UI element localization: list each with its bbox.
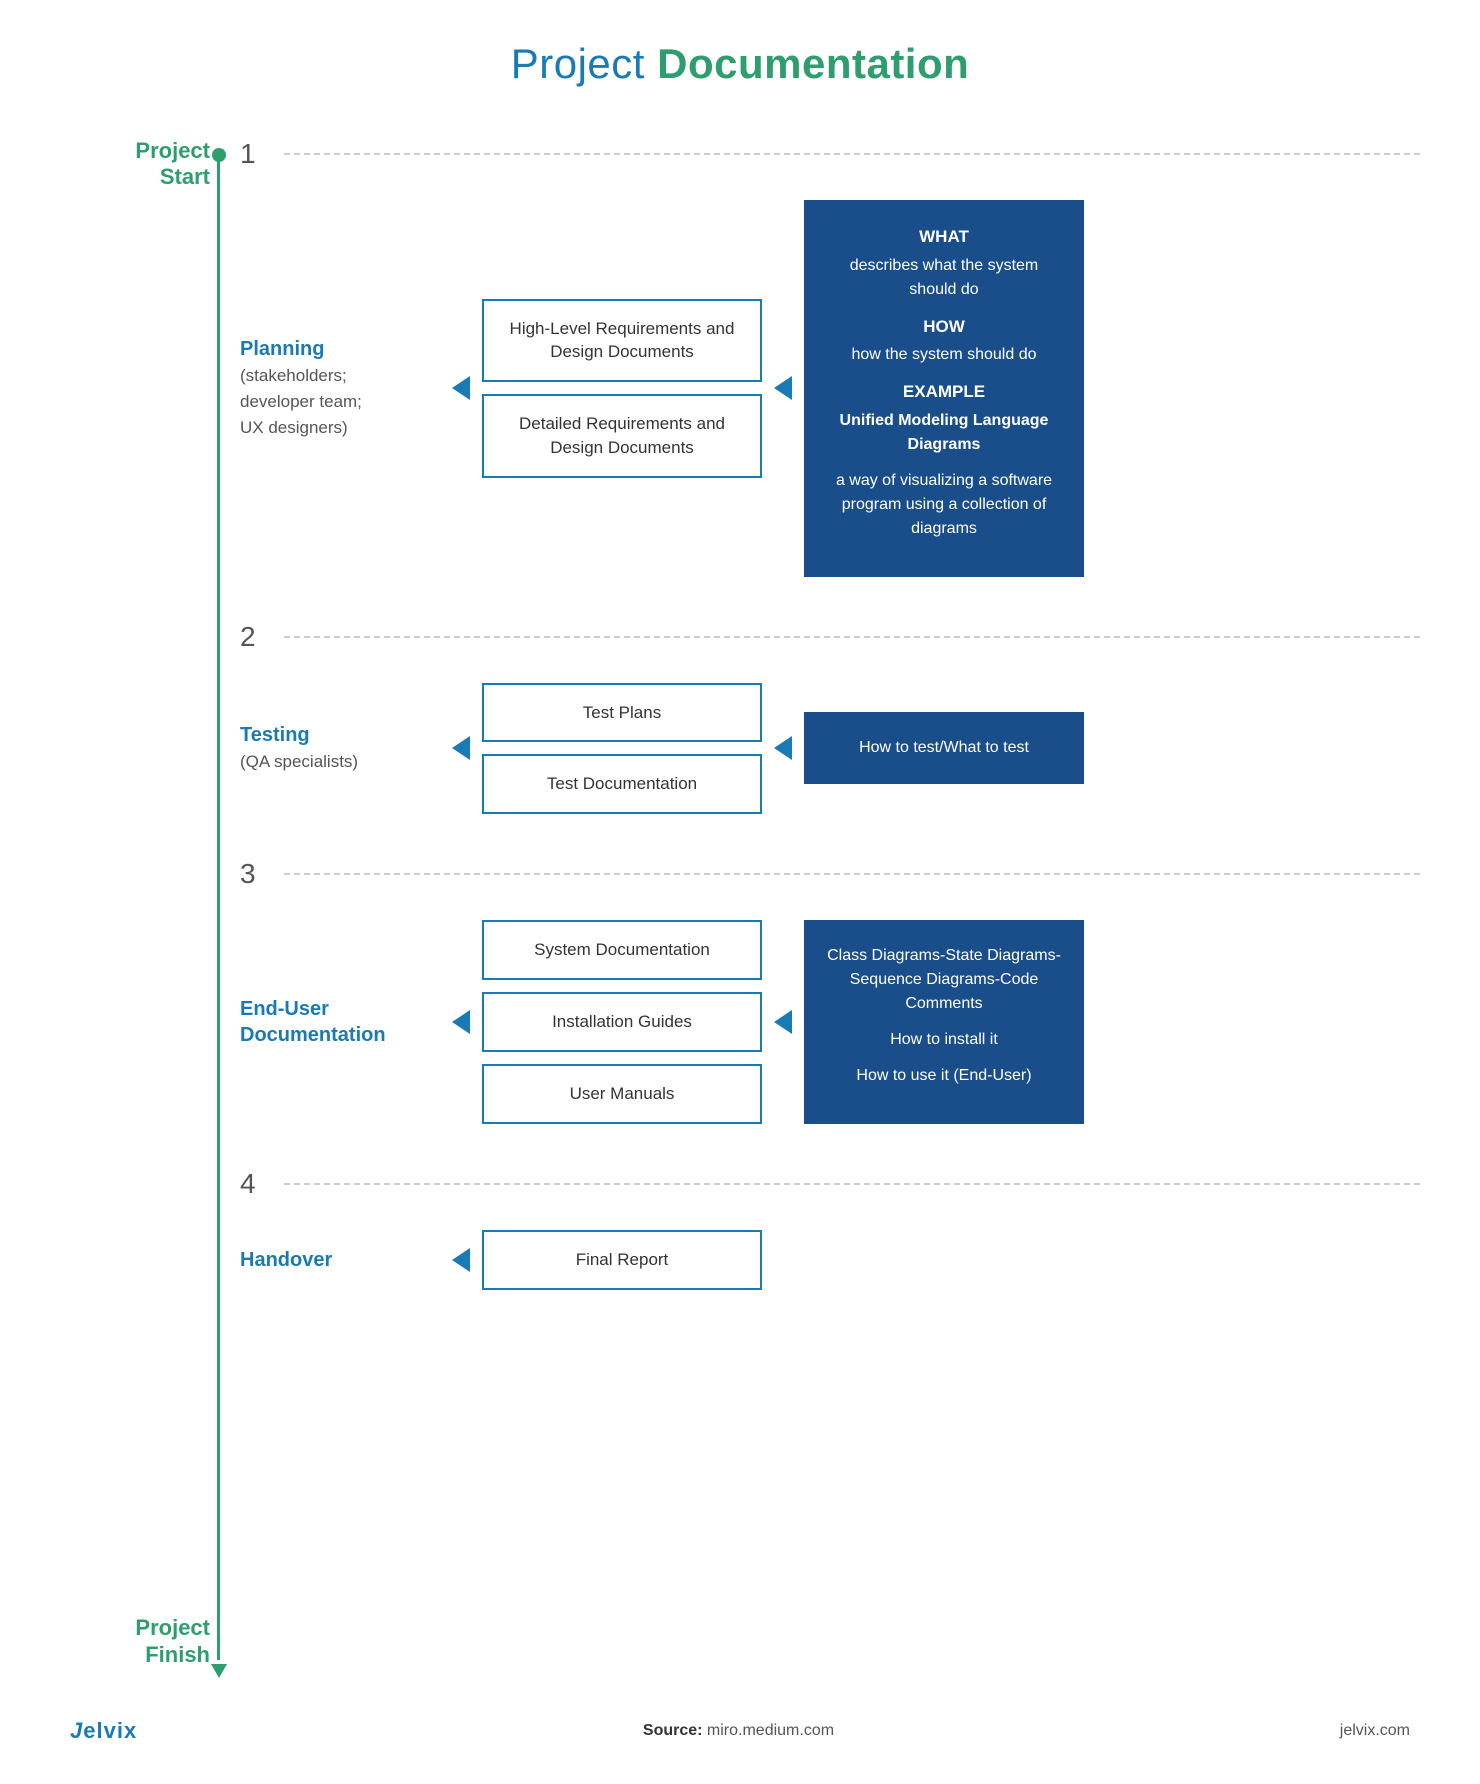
- phase-1-info-val-1: describes what the system should do: [826, 254, 1062, 302]
- phase-1-sub-label: (stakeholders;developer team;UX designer…: [240, 366, 362, 437]
- phase-3-doc-2: Installation Guides: [482, 992, 762, 1052]
- phase-2-doc-boxes: Test Plans Test Documentation: [482, 683, 762, 815]
- phase-3-info-val-1: Class Diagrams-State Diagrams-Sequence D…: [826, 944, 1062, 1016]
- phase-4-number: 4: [240, 1168, 268, 1200]
- footer-source-label: Source:: [643, 1722, 703, 1739]
- phase-2-number-row: 2: [240, 621, 1420, 653]
- left-column: ProjectStart ProjectFinish: [60, 138, 220, 1678]
- phase-4-number-row: 4: [240, 1168, 1420, 1200]
- phase-4-label: Handover: [240, 1247, 440, 1273]
- phase-2-doc-2: Test Documentation: [482, 754, 762, 814]
- finish-arrow: [211, 1664, 227, 1678]
- phase-2-section: 2 Testing (QA specialists) Test Plans: [240, 621, 1420, 859]
- phase-2-doc-1: Test Plans: [482, 683, 762, 743]
- phase-2-info-text: How to test/What to test: [859, 736, 1029, 760]
- phase-2-docs-and-info: Test Plans Test Documentation How to tes…: [440, 683, 1420, 815]
- phase-2-dashed-line: [284, 636, 1420, 638]
- phase-4-section: 4 Handover Final Report: [240, 1168, 1420, 1334]
- phase-1-docs-and-info: High-Level Requirements and Design Docum…: [440, 200, 1420, 577]
- phase-2-sub-label: (QA specialists): [240, 752, 358, 771]
- phase-1-doc-boxes: High-Level Requirements and Design Docum…: [482, 299, 762, 478]
- phase-3-doc-2-text: Installation Guides: [552, 1012, 692, 1031]
- phase-4-doc-boxes: Final Report: [482, 1230, 762, 1290]
- phase-2-doc-2-text: Test Documentation: [547, 774, 697, 793]
- phase-2-number: 2: [240, 621, 268, 653]
- title-prefix: Project: [511, 40, 657, 87]
- phase-3-dashed-line: [284, 873, 1420, 875]
- phase-1-arrow-2: [774, 376, 792, 400]
- phase-1-label-text: Planning: [240, 338, 324, 360]
- phase-3-label: End-UserDocumentation: [240, 996, 440, 1048]
- page-title: Project Documentation: [60, 40, 1420, 88]
- phase-1-dashed-line: [284, 153, 1420, 155]
- page-container: Project Documentation ProjectStart Proje…: [0, 0, 1480, 1784]
- phase-3-arrow: [452, 1010, 470, 1034]
- phase-4-label-text: Handover: [240, 1249, 332, 1271]
- phase-2-arrow-2: [774, 736, 792, 760]
- phase-3-doc-1-text: System Documentation: [534, 940, 710, 959]
- phase-1-doc-1: High-Level Requirements and Design Docum…: [482, 299, 762, 383]
- phase-2-row: Testing (QA specialists) Test Plans Test…: [240, 683, 1420, 815]
- project-finish-label: ProjectFinish: [135, 1615, 210, 1668]
- phase-3-info-box: Class Diagrams-State Diagrams-Sequence D…: [804, 920, 1084, 1124]
- footer-brand-elvix: elvix: [83, 1718, 137, 1743]
- phase-3-number-row: 3: [240, 858, 1420, 890]
- phase-1-doc-2: Detailed Requirements and Design Documen…: [482, 394, 762, 478]
- phase-1-info-val-3a: Unified Modeling Language Diagrams: [826, 409, 1062, 457]
- phase-2-doc-1-text: Test Plans: [583, 703, 661, 722]
- phase-3-doc-boxes: System Documentation Installation Guides…: [482, 920, 762, 1123]
- phase-4-row: Handover Final Report: [240, 1230, 1420, 1290]
- phase-3-doc-3: User Manuals: [482, 1064, 762, 1124]
- phase-3-section: 3 End-UserDocumentation System Documenta…: [240, 858, 1420, 1168]
- phase-3-docs-and-info: System Documentation Installation Guides…: [440, 920, 1420, 1124]
- footer: Jelvix Source: miro.medium.com jelvix.co…: [60, 1718, 1420, 1744]
- phase-1-arrow: [452, 376, 470, 400]
- phase-1-info-key-1: WHAT: [826, 224, 1062, 250]
- phase-4-dashed-line: [284, 1183, 1420, 1185]
- main-layout: ProjectStart ProjectFinish 1 Planning (s…: [60, 138, 1420, 1678]
- phase-2-info-box: How to test/What to test: [804, 712, 1084, 784]
- start-dot: [212, 148, 226, 162]
- phase-1-doc-1-text: High-Level Requirements and Design Docum…: [510, 319, 735, 362]
- project-start-label: ProjectStart: [135, 138, 210, 191]
- phase-2-label: Testing (QA specialists): [240, 722, 440, 774]
- phase-1-number: 1: [240, 138, 268, 170]
- phase-2-label-text: Testing: [240, 724, 310, 746]
- phase-1-row: Planning (stakeholders;developer team;UX…: [240, 200, 1420, 577]
- footer-website: jelvix.com: [1340, 1722, 1410, 1740]
- phase-4-arrow: [452, 1248, 470, 1272]
- phase-1-number-row: 1: [240, 138, 1420, 170]
- title-highlight: Documentation: [657, 40, 969, 87]
- phase-1-doc-2-text: Detailed Requirements and Design Documen…: [519, 414, 725, 457]
- phase-3-doc-3-text: User Manuals: [570, 1084, 675, 1103]
- phase-3-label-text: End-UserDocumentation: [240, 998, 386, 1046]
- footer-brand-j: J: [70, 1718, 83, 1743]
- timeline-line: [217, 156, 220, 1660]
- footer-brand: Jelvix: [70, 1718, 137, 1744]
- phase-3-row: End-UserDocumentation System Documentati…: [240, 920, 1420, 1124]
- phase-1-section: 1 Planning (stakeholders;developer team;…: [240, 138, 1420, 621]
- content-area: 1 Planning (stakeholders;developer team;…: [220, 138, 1420, 1678]
- phase-2-arrow: [452, 736, 470, 760]
- phase-1-info-val-2: how the system should do: [826, 343, 1062, 367]
- phase-1-info-key-3: EXAMPLE: [826, 379, 1062, 405]
- phase-4-doc-1: Final Report: [482, 1230, 762, 1290]
- phase-4-doc-1-text: Final Report: [576, 1250, 669, 1269]
- phase-1-info-box: WHAT describes what the system should do…: [804, 200, 1084, 577]
- phase-3-arrow-2: [774, 1010, 792, 1034]
- phase-3-info-val-2: How to install it: [826, 1028, 1062, 1052]
- phase-1-label: Planning (stakeholders;developer team;UX…: [240, 336, 440, 440]
- phase-1-info-key-2: HOW: [826, 314, 1062, 340]
- phase-4-docs-and-info: Final Report: [440, 1230, 1420, 1290]
- footer-source-value: miro.medium.com: [707, 1722, 834, 1739]
- phase-3-number: 3: [240, 858, 268, 890]
- footer-source: Source: miro.medium.com: [643, 1722, 834, 1740]
- phase-1-info-val-3b: a way of visualizing a software program …: [826, 469, 1062, 541]
- phase-3-info-val-3: How to use it (End-User): [826, 1064, 1062, 1088]
- phase-3-doc-1: System Documentation: [482, 920, 762, 980]
